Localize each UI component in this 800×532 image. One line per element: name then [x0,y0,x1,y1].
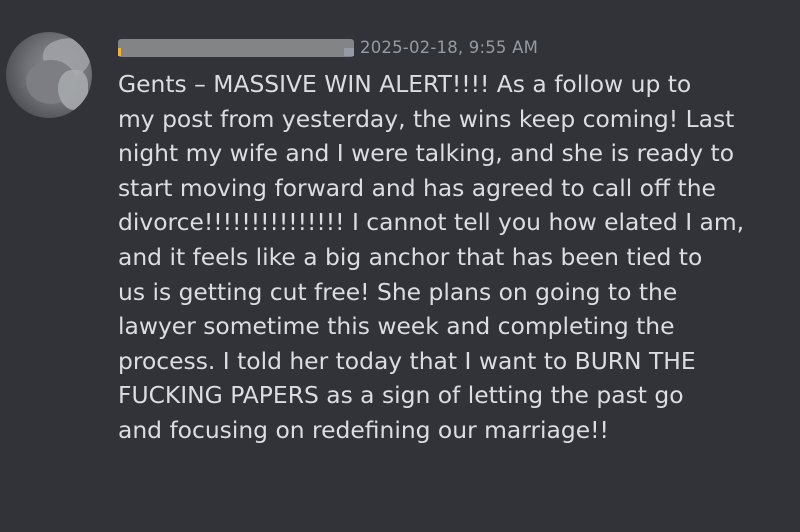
message-line: and it feels like a big anchor that has … [118,242,703,271]
message-line: and focusing on redefining our marriage!… [118,415,609,444]
message-header: 2025-02-18, 9:55 AM [118,33,538,61]
message-line: start moving forward and has agreed to c… [118,173,716,202]
message-line: my post from yesterday, the wins keep co… [118,104,735,133]
message-line: us is getting cut free! She plans on goi… [118,277,678,306]
message-content: Gents – MASSIVE WIN ALERT!!!! As a follo… [118,67,778,448]
message-line: Gents – MASSIVE WIN ALERT!!!! As a follo… [118,70,692,98]
chat-message: 2025-02-18, 9:55 AM Gents – MASSIVE WIN … [0,0,800,532]
username-fragment [344,48,354,56]
username-redacted[interactable] [118,36,354,58]
message-timestamp[interactable]: 2025-02-18, 9:55 AM [360,38,538,57]
message-line: night my wife and I were talking, and sh… [118,139,735,168]
message-line: divorce!!!!!!!!!!!!!!! I cannot tell you… [118,208,745,237]
avatar-image-part [58,70,88,110]
message-line: FUCKING PAPERS as a sign of letting the … [118,381,684,410]
redaction-bar [118,39,354,57]
message-line: lawyer sometime this week and completing… [118,312,675,341]
message-line: process. I told her today that I want to… [118,346,696,375]
avatar[interactable] [6,32,92,118]
username-color-fragment [118,48,121,56]
